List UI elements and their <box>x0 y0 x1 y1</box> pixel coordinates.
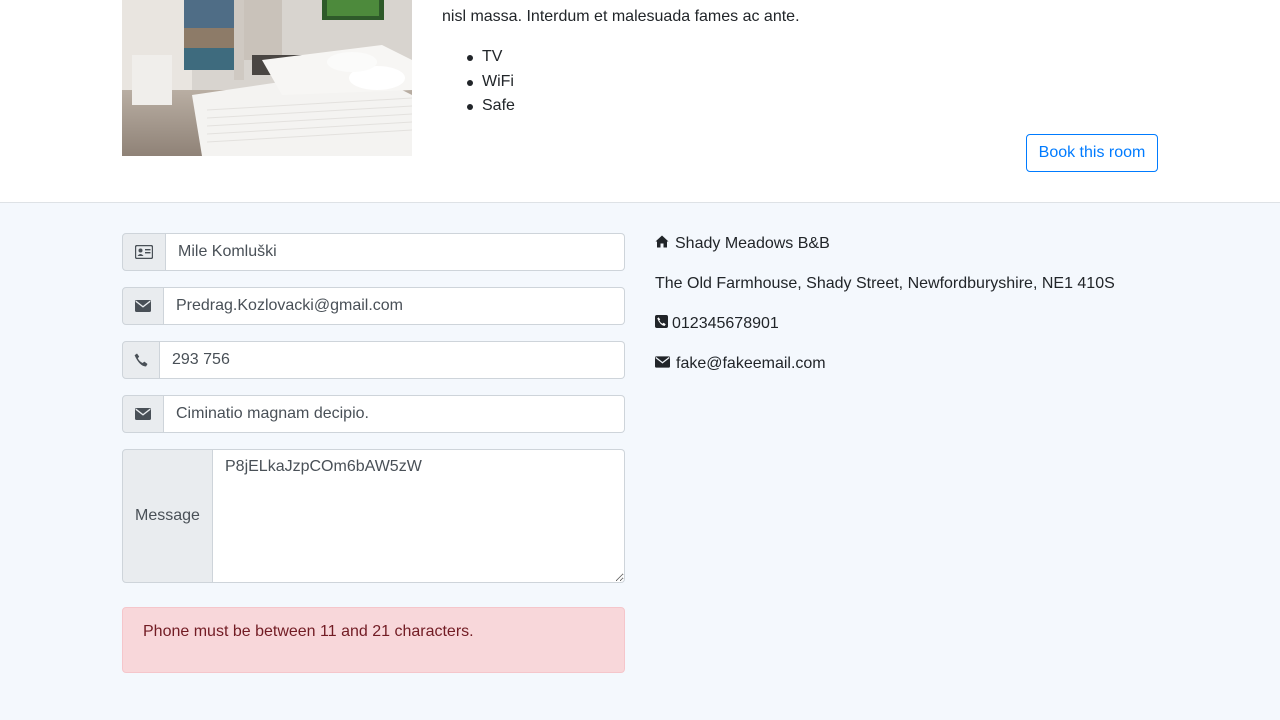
room-section: nisl massa. Interdum et malesuada fames … <box>0 0 1280 203</box>
phone-icon <box>655 315 668 333</box>
contact-email: fake@fakeemail.com <box>655 355 826 373</box>
phone-input-group <box>122 341 625 379</box>
room-description: nisl massa. Interdum et malesuada fames … <box>442 8 800 25</box>
email-address: fake@fakeemail.com <box>676 355 826 372</box>
contact-address: The Old Farmhouse, Shady Street, Newford… <box>655 275 1115 293</box>
email-field[interactable] <box>164 287 625 325</box>
envelope-icon <box>122 395 164 433</box>
message-textarea[interactable]: P8jELkaJzpCOm6bAW5zW <box>213 449 625 583</box>
name-field[interactable] <box>166 233 625 271</box>
subject-field[interactable] <box>164 395 625 433</box>
phone-icon <box>122 341 160 379</box>
address-text: The Old Farmhouse, Shady Street, Newford… <box>655 275 1115 292</box>
envelope-icon <box>122 287 164 325</box>
name-input-group <box>122 233 625 271</box>
amenities-list: TV WiFi Safe <box>467 45 515 119</box>
message-label: Message <box>122 449 213 583</box>
home-icon <box>655 235 669 253</box>
phone-number: 012345678901 <box>672 315 779 332</box>
phone-field[interactable] <box>160 341 625 379</box>
contact-name: Shady Meadows B&B <box>655 235 830 253</box>
amenity-item: WiFi <box>467 70 515 95</box>
contact-phone: 012345678901 <box>655 315 779 333</box>
id-card-icon <box>122 233 166 271</box>
room-photo <box>122 0 412 156</box>
email-input-group <box>122 287 625 325</box>
envelope-icon <box>655 355 670 373</box>
error-alert: Phone must be between 11 and 21 characte… <box>122 607 625 673</box>
amenity-item: Safe <box>467 94 515 119</box>
book-room-button[interactable]: Book this room <box>1026 134 1158 172</box>
business-name: Shady Meadows B&B <box>675 235 830 252</box>
amenity-item: TV <box>467 45 515 70</box>
message-input-group: Message P8jELkaJzpCOm6bAW5zW <box>122 449 625 583</box>
subject-input-group <box>122 395 625 433</box>
